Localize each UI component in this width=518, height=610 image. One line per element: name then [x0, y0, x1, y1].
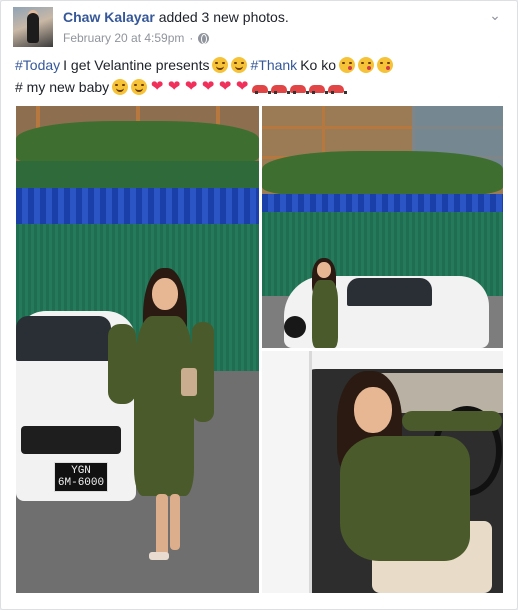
- hanging-vines: [16, 121, 259, 166]
- person-face: [317, 262, 331, 278]
- message-text-1: I get Velantine presents: [63, 57, 210, 73]
- person-dress: [134, 316, 194, 496]
- person-leg: [156, 494, 168, 556]
- plate-line-1: YGN: [71, 465, 91, 477]
- chevron-down-icon[interactable]: ⌄: [487, 7, 503, 23]
- action-prefix: added: [158, 9, 198, 25]
- person-leg: [170, 494, 180, 550]
- photo-count-link[interactable]: 3: [202, 9, 210, 25]
- car-emoji-icon: [328, 85, 348, 94]
- message-text-3: # my new baby: [15, 79, 110, 95]
- kiss-emoji-icon: [339, 57, 355, 73]
- heart-icon: ❤: [201, 78, 215, 95]
- photo-woman-in-driver-seat[interactable]: [262, 351, 503, 593]
- avatar[interactable]: [13, 7, 53, 47]
- author-name[interactable]: Chaw Kalayar: [63, 9, 155, 25]
- hanging-vines: [262, 151, 503, 196]
- plate-line-2: 6M-6000: [57, 477, 105, 489]
- heart-icon: ❤: [218, 78, 232, 95]
- car-grille: [21, 426, 121, 454]
- car-window: [347, 278, 432, 306]
- car-emoji-icon: [271, 85, 291, 94]
- hashtag-today[interactable]: #Today: [15, 57, 60, 73]
- heart-icon: ❤: [150, 78, 164, 95]
- car-emoji-icon: [309, 85, 329, 94]
- car-door-edge: [262, 351, 312, 593]
- globe-icon[interactable]: [198, 32, 210, 44]
- grin-emoji-icon: [231, 57, 248, 73]
- post-header: Chaw Kalayar added 3 new photos.: [63, 9, 289, 25]
- heart-icon: ❤: [184, 78, 198, 95]
- grin-emoji-icon: [131, 79, 148, 95]
- message-text-2: Ko ko: [300, 57, 336, 73]
- hashtag-thank[interactable]: #Thank: [250, 57, 297, 73]
- heart-icon: ❤: [235, 78, 249, 95]
- person-arm: [108, 324, 136, 404]
- meta-separator: ·: [189, 31, 194, 45]
- car-windshield: [16, 316, 111, 361]
- feed-post: Chaw Kalayar added 3 new photos. Februar…: [0, 0, 518, 610]
- person-arm: [402, 411, 502, 431]
- person-dress: [312, 280, 338, 348]
- hedge: [16, 161, 259, 191]
- heart-icon: ❤: [167, 78, 181, 95]
- grin-emoji-icon: [112, 79, 129, 95]
- photo-woman-standing-by-car[interactable]: YGN 6M-6000: [16, 106, 259, 593]
- timestamp-link[interactable]: February 20 at 4:59pm: [63, 31, 184, 45]
- avatar-figure: [27, 13, 39, 43]
- handbag: [181, 368, 197, 396]
- license-plate: YGN 6M-6000: [54, 462, 108, 492]
- post-meta: February 20 at 4:59pm ·: [63, 31, 210, 45]
- car-wheel: [284, 316, 306, 338]
- blue-fence: [16, 188, 259, 226]
- photo-woman-leaning-on-car[interactable]: [262, 106, 503, 348]
- blue-fence: [262, 194, 503, 214]
- person-face: [152, 278, 178, 310]
- car-emoji-icon: [290, 85, 310, 94]
- action-suffix: new photos.: [213, 9, 289, 25]
- kiss-emoji-icon: [377, 57, 393, 73]
- message-line-1: #Today I get Velantine presents #Thank K…: [15, 57, 393, 73]
- grin-emoji-icon: [212, 57, 229, 73]
- kiss-emoji-icon: [358, 57, 374, 73]
- shoe: [149, 552, 169, 560]
- person-face: [354, 387, 392, 433]
- message-line-2: # my new baby ❤ ❤ ❤ ❤ ❤ ❤: [15, 78, 348, 95]
- person-dress: [340, 436, 470, 561]
- car-emoji-icon: [252, 85, 272, 94]
